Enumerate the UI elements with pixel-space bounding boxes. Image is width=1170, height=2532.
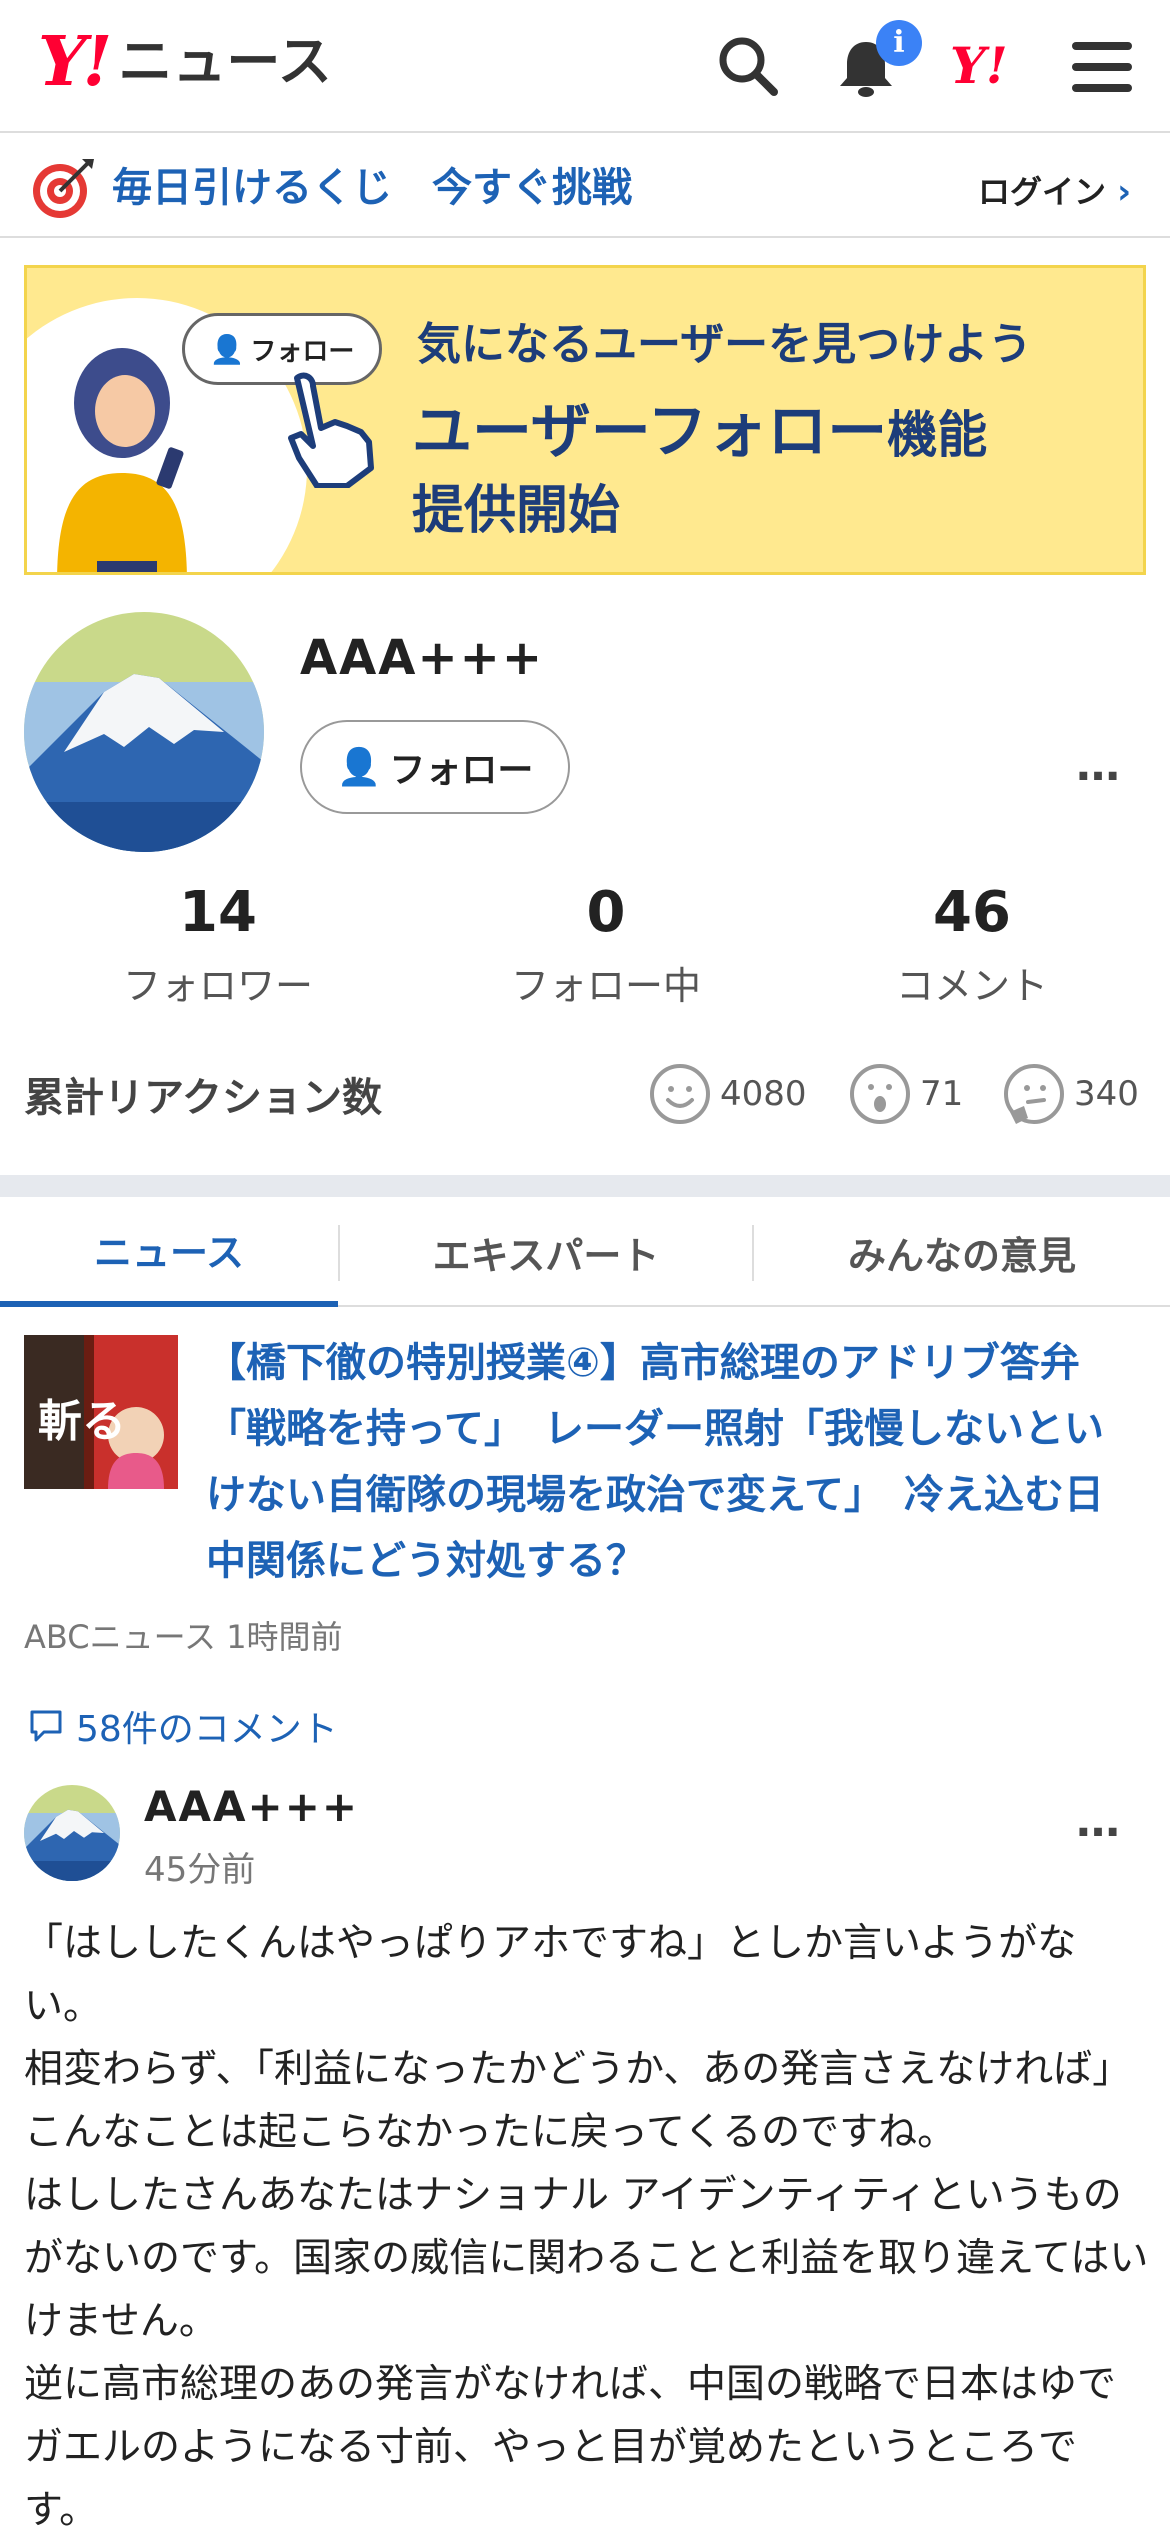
comment-bubble-icon [30, 1710, 62, 1742]
thinking-icon [1004, 1064, 1064, 1124]
banner-headline: 気になるユーザーを見つけよう [417, 319, 1033, 370]
following-count: 0 [586, 880, 626, 945]
smile-icon [650, 1064, 710, 1124]
follow-button[interactable]: 👤 フォロー [300, 720, 570, 814]
hamburger-menu-icon[interactable] [1072, 40, 1132, 94]
surprised-count: 71 [920, 1074, 964, 1114]
lottery-campaign-bar[interactable]: 毎日引けるくじ 今すぐ挑戦 ログイン › [0, 135, 1170, 238]
yahoo-japan-icon[interactable]: Y! [950, 36, 1008, 95]
profile-more-button[interactable]: … [1076, 740, 1122, 791]
comment-body: 「はししたくんはやっぱりアホですね」としか言いようがない。 相変わらず、「利益に… [24, 1912, 1150, 2532]
search-icon[interactable] [716, 34, 780, 98]
followers-stat[interactable]: 14 フォロワー [68, 885, 368, 1010]
yahoo-news-logo[interactable]: Y! ニュース [38, 28, 332, 96]
following-stat[interactable]: 0 フォロー中 [456, 885, 756, 1010]
mount-fuji-image [24, 612, 264, 852]
app-header: Y! ニュース i Y! [0, 0, 1170, 133]
add-user-icon: 👤 [336, 747, 382, 788]
profile-avatar [24, 612, 264, 852]
yahoo-logo-mark: Y! [38, 22, 112, 102]
article-comments-link[interactable]: 58件のコメント [28, 1700, 338, 1752]
comments-link-label: 58件のコメント [76, 1709, 338, 1750]
banner-title: ユーザーフォロー機能 [412, 383, 987, 470]
mount-fuji-image [24, 1785, 120, 1881]
pointing-hand-icon [288, 372, 374, 488]
following-label: フォロー中 [510, 964, 701, 1008]
reaction-surprised: 71 [848, 1062, 963, 1126]
reaction-total-label: 累計リアクション数 [24, 1075, 382, 1121]
thumbnail-caption: 斬る [38, 1396, 126, 1447]
tab-news[interactable]: ニュース [0, 1197, 338, 1307]
campaign-text[interactable]: 毎日引けるくじ 今すぐ挑戦 [112, 155, 632, 213]
news-logo-text: ニュース [118, 30, 332, 93]
login-label: ログイン [978, 173, 1107, 211]
tab-opinions[interactable]: みんなの意見 [754, 1197, 1170, 1307]
article-title-link[interactable]: 【橋下徹の特別授業④】高市総理のアドリブ答弁「戦略を持って」 レーダー照射「我慢… [206, 1330, 1136, 1594]
followers-label: フォロワー [122, 964, 313, 1008]
banner-title-main: ユーザーフォロー [412, 397, 888, 467]
banner-subtitle: 提供開始 [412, 481, 621, 541]
comment-paragraph: はししたさんあなたはナショナル アイデンティティというものがないのです。国家の威… [24, 2173, 1149, 2344]
user-follow-banner[interactable]: 👤 フォロー 気になるユーザーを見つけよう ユーザーフォロー機能 提供開始 [24, 265, 1146, 575]
comments-stat[interactable]: 46 コメント [822, 885, 1122, 1010]
target-icon [33, 159, 94, 218]
comment-paragraph: 逆に高市総理のあの発言がなければ、中国の戦略で日本はゆでガエルのようになる寸前、… [24, 2362, 1117, 2532]
profile-username: AAA+++ [300, 630, 545, 686]
section-divider [0, 1175, 1170, 1197]
banner-title-suffix: 機能 [887, 406, 988, 464]
comments-count: 46 [933, 880, 1011, 945]
follow-button-label: フォロー [389, 750, 534, 791]
comments-label: コメント [895, 964, 1048, 1008]
reaction-smile: 4080 [648, 1062, 807, 1126]
comment-more-button[interactable]: … [1076, 1796, 1122, 1847]
thinking-count: 340 [1074, 1074, 1139, 1114]
chevron-right-icon: › [1117, 172, 1132, 212]
surprised-icon [850, 1064, 910, 1124]
woman-illustration-icon [57, 348, 187, 572]
article-meta: ABCニュース 1時間前 [24, 1618, 343, 1656]
tab-expert[interactable]: エキスパート [340, 1197, 752, 1307]
comment-paragraph: 「はししたくんはやっぱりアホですね」としか言いようがない。 [24, 1921, 1077, 2029]
article-thumbnail[interactable]: 斬る [24, 1335, 178, 1489]
profile-tabs: ニュース エキスパート みんなの意見 [0, 1197, 1170, 1307]
login-link[interactable]: ログイン › [978, 167, 1131, 213]
banner-follow-label: フォロー [250, 336, 355, 367]
followers-count: 14 [179, 880, 257, 945]
reaction-thinking: 340 [1002, 1062, 1139, 1126]
comment-avatar [24, 1785, 120, 1881]
notification-badge: i [876, 20, 922, 66]
add-user-icon: 👤 [209, 332, 245, 366]
comment-timestamp: 45分前 [144, 1850, 256, 1890]
comment-paragraph: 相変わらず、「利益になったかどうか、あの発言さえなければ」こんなことは起こらなか… [24, 2047, 1132, 2155]
comment-username: AAA+++ [144, 1782, 360, 1831]
smile-count: 4080 [720, 1074, 807, 1114]
